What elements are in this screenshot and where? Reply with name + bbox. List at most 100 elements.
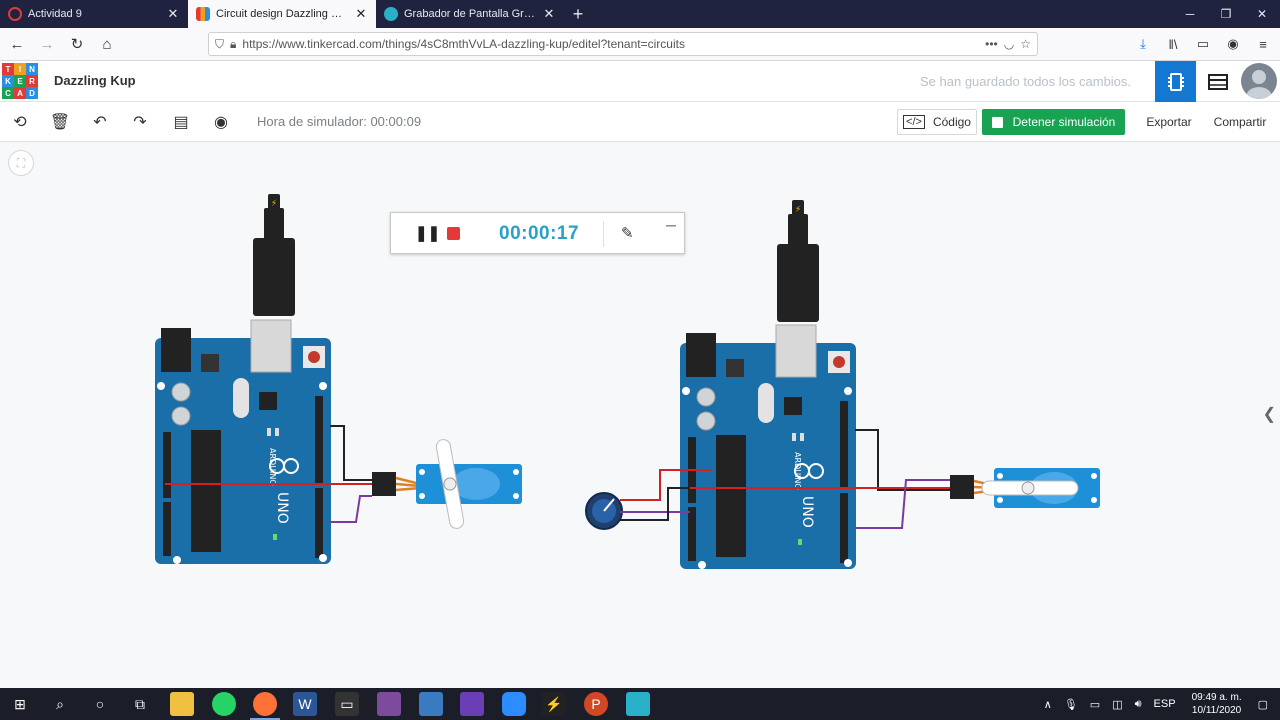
microphone-icon[interactable]: 🎙︎ bbox=[1064, 698, 1078, 711]
close-icon[interactable]: ✕ bbox=[166, 6, 180, 22]
window-controls: ─ ❐ ✕ bbox=[1172, 0, 1280, 28]
export-button[interactable]: Exportar bbox=[1139, 109, 1199, 135]
windows-start-icon[interactable]: ⊞ bbox=[8, 692, 32, 716]
home-icon[interactable]: ⌂ bbox=[94, 31, 120, 57]
browser-toolbar-right: ⤓ ‖\ ▭ ◉ ≡ bbox=[1130, 32, 1276, 56]
url-bar[interactable]: ⛉ 🔒︎ https://www.tinkercad.com/things/4s… bbox=[208, 32, 1038, 56]
menu-icon[interactable]: ≡ bbox=[1250, 32, 1276, 56]
servo-motor-right[interactable] bbox=[981, 468, 1100, 508]
volume-icon[interactable]: 🔊︎ bbox=[1135, 698, 1142, 711]
stop-simulation-button[interactable]: Detener simulación bbox=[982, 109, 1125, 135]
download-icon[interactable]: ⤓ bbox=[1130, 32, 1156, 56]
tab-tinkercad[interactable]: Circuit design Dazzling Kup | Tinkercad … bbox=[188, 0, 376, 28]
powerpoint-icon[interactable]: P bbox=[584, 692, 608, 716]
user-avatar[interactable] bbox=[1241, 63, 1277, 99]
app-header: TIN KER CAD Dazzling Kup Se han guardado… bbox=[0, 61, 1280, 102]
tab-actividad[interactable]: Actividad 9 ✕ bbox=[0, 0, 188, 28]
lock-icon: 🔒︎ bbox=[230, 36, 237, 51]
more-icon[interactable]: ••• bbox=[985, 37, 998, 51]
code-icon: </> bbox=[903, 115, 925, 129]
zoom-icon[interactable] bbox=[502, 692, 526, 716]
pause-icon[interactable]: ❚❚ bbox=[415, 224, 440, 242]
onenote-icon[interactable] bbox=[377, 692, 401, 716]
share-button[interactable]: Compartir bbox=[1206, 109, 1274, 135]
browser-nav-bar: ← → ↻ ⌂ ⛉ 🔒︎ https://www.tinkercad.com/t… bbox=[0, 28, 1280, 61]
servo-connector-left[interactable] bbox=[372, 472, 396, 496]
system-tray: ∧ 🎙︎ ▭ ◫ 🔊︎ ESP 09:49 a. m. 10/11/2020 ▢ bbox=[1038, 688, 1280, 720]
tinkercad-logo[interactable]: TIN KER CAD bbox=[2, 63, 38, 99]
trash-icon[interactable]: 🗑︎ bbox=[48, 110, 72, 134]
file-explorer-icon[interactable] bbox=[170, 692, 194, 716]
minimize-icon[interactable]: ─ bbox=[1172, 0, 1208, 28]
design-title[interactable]: Dazzling Kup bbox=[54, 73, 136, 88]
servo-motor-left[interactable] bbox=[416, 438, 522, 529]
word-icon[interactable]: W bbox=[293, 692, 317, 716]
potentiometer[interactable] bbox=[585, 492, 623, 530]
eye-icon[interactable]: ◉ bbox=[209, 110, 233, 134]
maximize-icon[interactable]: ❐ bbox=[1208, 0, 1244, 28]
pen-icon[interactable]: ✎ bbox=[621, 224, 634, 242]
notes-icon[interactable]: ▤ bbox=[169, 110, 193, 134]
circle-icon bbox=[8, 7, 22, 21]
language-indicator[interactable]: ESP bbox=[1154, 698, 1176, 710]
cortana-icon[interactable]: ○ bbox=[88, 692, 112, 716]
terminal-icon[interactable]: ▭ bbox=[335, 692, 359, 716]
record-stop-icon[interactable] bbox=[447, 227, 460, 240]
photos-icon[interactable] bbox=[419, 692, 443, 716]
firefox-icon[interactable] bbox=[253, 692, 277, 716]
divider bbox=[603, 221, 604, 247]
arduino-board-right[interactable] bbox=[679, 324, 857, 570]
battery-icon[interactable]: ▭ bbox=[1090, 698, 1100, 711]
undo-icon[interactable]: ↶ bbox=[88, 110, 112, 134]
clock-time: 09:49 a. m. bbox=[1191, 692, 1242, 703]
usb-cable-right[interactable] bbox=[777, 200, 819, 322]
wire-ground-left[interactable] bbox=[330, 425, 372, 481]
minimize-recorder-icon[interactable]: ─ bbox=[666, 217, 676, 233]
servo-connector-right[interactable] bbox=[950, 475, 974, 499]
tab-grabador[interactable]: Grabador de Pantalla Gratis – Graba ✕ bbox=[376, 0, 564, 28]
usb-cable-left[interactable] bbox=[253, 194, 295, 316]
library-icon[interactable]: ‖\ bbox=[1160, 32, 1186, 56]
stop-icon bbox=[991, 116, 1003, 128]
new-tab-button[interactable]: + bbox=[564, 0, 592, 28]
rotate-icon[interactable]: ⟲ bbox=[8, 110, 32, 134]
redo-icon[interactable]: ↷ bbox=[128, 110, 152, 134]
recording-time: 00:00:17 bbox=[499, 223, 580, 244]
back-icon[interactable]: ← bbox=[4, 31, 30, 57]
task-view-icon[interactable]: ⧉ bbox=[128, 692, 152, 716]
visual-studio-icon[interactable] bbox=[460, 692, 484, 716]
code-button[interactable]: </> Código bbox=[897, 109, 977, 135]
notifications-icon[interactable]: ▢ bbox=[1258, 698, 1268, 711]
recorder-icon bbox=[384, 7, 398, 21]
system-clock[interactable]: 09:49 a. m. 10/11/2020 bbox=[1192, 691, 1242, 717]
close-icon[interactable]: ✕ bbox=[542, 6, 556, 22]
close-window-icon[interactable]: ✕ bbox=[1244, 0, 1280, 28]
network-icon[interactable]: ◫ bbox=[1112, 698, 1122, 711]
save-status: Se han guardado todos los cambios. bbox=[920, 74, 1132, 89]
circuit-view-button[interactable] bbox=[1155, 61, 1196, 102]
url-text[interactable]: https://www.tinkercad.com/things/4sC8mth… bbox=[242, 37, 979, 51]
pocket-icon[interactable]: ◡ bbox=[1004, 37, 1014, 51]
arduino-model-left: UNO bbox=[274, 492, 290, 524]
browser-tab-strip: Actividad 9 ✕ Circuit design Dazzling Ku… bbox=[0, 0, 1280, 28]
search-icon[interactable]: ⌕ bbox=[48, 692, 72, 716]
arduino-board-left[interactable] bbox=[154, 319, 332, 565]
sidebar-icon[interactable]: ▭ bbox=[1190, 32, 1216, 56]
component-list-button[interactable] bbox=[1197, 61, 1238, 102]
tinkercad-icon bbox=[196, 7, 210, 21]
shield-icon: ⛉ bbox=[215, 36, 225, 51]
screen-recorder-app-icon[interactable] bbox=[626, 692, 650, 716]
star-icon[interactable]: ☆ bbox=[1020, 37, 1031, 51]
tab-title: Actividad 9 bbox=[28, 8, 82, 20]
account-icon[interactable]: ◉ bbox=[1220, 32, 1246, 56]
reload-icon[interactable]: ↻ bbox=[64, 31, 90, 57]
chevron-up-icon[interactable]: ∧ bbox=[1044, 698, 1052, 711]
app-icon[interactable]: ⚡ bbox=[542, 692, 566, 716]
tab-title: Circuit design Dazzling Kup | Tinkercad bbox=[216, 8, 348, 20]
table-icon bbox=[1207, 73, 1228, 90]
wire-signal-left[interactable] bbox=[330, 495, 372, 523]
close-icon[interactable]: ✕ bbox=[354, 6, 368, 22]
editor-toolbar: ⟲ 🗑︎ ↶ ↷ ▤ ◉ Hora de simulador: 00:00:09… bbox=[0, 102, 1280, 142]
whatsapp-icon[interactable] bbox=[212, 692, 236, 716]
forward-icon[interactable]: → bbox=[34, 31, 60, 57]
